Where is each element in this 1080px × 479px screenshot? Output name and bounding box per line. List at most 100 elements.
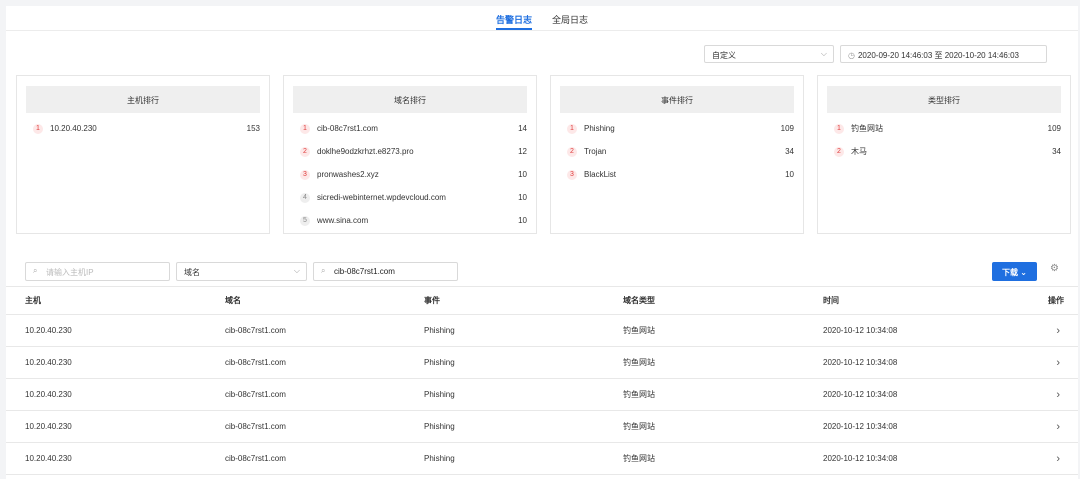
- rank-number: 2: [300, 146, 310, 157]
- rank-name: 钓鱼网站: [851, 124, 883, 133]
- table-row[interactable]: 10.20.40.230 cib-08c7rst1.com Phishing 钓…: [6, 443, 1078, 475]
- cell-host: 10.20.40.230: [25, 358, 72, 367]
- cell-domain-type: 钓鱼网站: [623, 358, 655, 367]
- chevron-right-icon[interactable]: ›: [1056, 357, 1064, 369]
- tab-global-log[interactable]: 全局日志: [552, 6, 588, 30]
- domain-search-input[interactable]: ⌕ cib-08c7rst1.com: [313, 262, 458, 281]
- card-host-ranking: 主机排行 1 10.20.40.230 153: [16, 75, 270, 234]
- card-domain-ranking: 域名排行 1 cib-08c7rst1.com 14 2 doklhe9odzk…: [283, 75, 537, 234]
- rank-name: cib-08c7rst1.com: [317, 124, 378, 133]
- tab-bar: 告警日志 全局日志: [6, 6, 1078, 30]
- search-icon: ⌕: [321, 266, 326, 275]
- rank-name: Phishing: [584, 124, 615, 133]
- rank-count: 12: [518, 147, 527, 156]
- card-title: 域名排行: [293, 86, 527, 113]
- rank-count: 14: [518, 124, 527, 133]
- rank-item: 1 10.20.40.230 153: [26, 117, 260, 140]
- rank-number: 1: [834, 123, 844, 134]
- rank-count: 10: [785, 170, 794, 179]
- rank-count: 10: [518, 193, 527, 202]
- rank-item: 1 Phishing 109: [560, 117, 794, 140]
- rank-list: 1 10.20.40.230 153: [26, 117, 260, 140]
- cell-event: Phishing: [424, 358, 455, 367]
- rank-item: 5 www.sina.com 10: [293, 209, 527, 232]
- cell-host: 10.20.40.230: [25, 390, 72, 399]
- date-range-value: 2020-09-20 14:46:03 至 2020-10-20 14:46:0…: [857, 51, 1019, 60]
- rank-list: 1 Phishing 109 2 Trojan 34 3 BlackList 1…: [560, 117, 794, 186]
- rank-number: 5: [300, 215, 310, 226]
- rank-item: 2 Trojan 34: [560, 140, 794, 163]
- chevron-right-icon[interactable]: ›: [1056, 325, 1064, 337]
- chevron-right-icon[interactable]: ›: [1056, 389, 1064, 401]
- cell-domain: cib-08c7rst1.com: [225, 390, 286, 399]
- cell-time: 2020-10-12 10:34:08: [823, 454, 898, 463]
- rank-number: 3: [567, 169, 577, 180]
- cell-host: 10.20.40.230: [25, 422, 72, 431]
- range-select[interactable]: 自定义 ⌵: [704, 45, 834, 63]
- rank-item: 1 cib-08c7rst1.com 14: [293, 117, 527, 140]
- chevron-down-icon: ⌄: [1020, 268, 1027, 277]
- cell-host: 10.20.40.230: [25, 326, 72, 335]
- rank-name: 10.20.40.230: [50, 124, 97, 133]
- field-select-value: 域名: [184, 268, 200, 277]
- table-row[interactable]: 10.20.40.230 cib-08c7rst1.com Phishing 钓…: [6, 315, 1078, 347]
- cell-domain-type: 钓鱼网站: [623, 454, 655, 463]
- rank-list: 1 cib-08c7rst1.com 14 2 doklhe9odzkrhzt.…: [293, 117, 527, 232]
- table-row[interactable]: 10.20.40.230 cib-08c7rst1.com Phishing 钓…: [6, 411, 1078, 443]
- rank-name: sicredi-webinternet.wpdevcloud.com: [317, 193, 446, 202]
- search-icon: ⌕: [33, 266, 38, 275]
- rank-number: 2: [834, 146, 844, 157]
- cell-time: 2020-10-12 10:34:08: [823, 358, 898, 367]
- header-domain: 域名: [225, 296, 241, 305]
- rank-number: 1: [300, 123, 310, 134]
- range-select-value: 自定义: [712, 51, 736, 60]
- chevron-right-icon[interactable]: ›: [1056, 421, 1064, 433]
- rank-number: 1: [567, 123, 577, 134]
- settings-icon[interactable]: ⚙: [1050, 263, 1059, 274]
- cell-domain-type: 钓鱼网站: [623, 422, 655, 431]
- chevron-right-icon[interactable]: ›: [1056, 453, 1064, 465]
- download-button[interactable]: 下载 ⌄: [992, 262, 1037, 281]
- download-label: 下载: [1002, 268, 1019, 277]
- cell-domain: cib-08c7rst1.com: [225, 422, 286, 431]
- rank-count: 34: [785, 147, 794, 156]
- rank-number: 4: [300, 192, 310, 203]
- rank-name: BlackList: [584, 170, 617, 179]
- cell-time: 2020-10-12 10:34:08: [823, 326, 898, 335]
- clock-icon: ◷: [848, 51, 855, 60]
- rank-number: 3: [300, 169, 310, 180]
- cell-time: 2020-10-12 10:34:08: [823, 390, 898, 399]
- table-row[interactable]: 10.20.40.230 cib-08c7rst1.com Phishing 钓…: [6, 347, 1078, 379]
- tab-alert-log[interactable]: 告警日志: [495, 6, 532, 30]
- rank-item: 1 钓鱼网站 109: [827, 117, 1061, 140]
- rank-name: 木马: [851, 147, 867, 156]
- domain-search-value: cib-08c7rst1.com: [334, 267, 395, 276]
- cell-host: 10.20.40.230: [25, 454, 72, 463]
- rank-item: 3 BlackList 10: [560, 163, 794, 186]
- cell-domain: cib-08c7rst1.com: [225, 454, 286, 463]
- card-title: 主机排行: [26, 86, 260, 113]
- cell-event: Phishing: [424, 454, 455, 463]
- rank-count: 109: [780, 124, 794, 133]
- date-range-picker[interactable]: ◷ 2020-09-20 14:46:03 至 2020-10-20 14:46:…: [840, 45, 1047, 63]
- card-type-ranking: 类型排行 1 钓鱼网站 109 2 木马 34: [817, 75, 1071, 234]
- rank-name: Trojan: [584, 147, 607, 156]
- header-domain-type: 域名类型: [623, 296, 655, 305]
- host-ip-input[interactable]: ⌕ 请输入主机IP: [25, 262, 170, 281]
- rank-item: 4 sicredi-webinternet.wpdevcloud.com 10: [293, 186, 527, 209]
- card-title: 事件排行: [560, 86, 794, 113]
- cell-event: Phishing: [424, 422, 455, 431]
- chevron-down-icon: ⌵: [293, 266, 300, 275]
- field-select[interactable]: 域名 ⌵: [176, 262, 307, 281]
- card-title: 类型排行: [827, 86, 1061, 113]
- host-ip-placeholder: 请输入主机IP: [46, 268, 94, 277]
- table-row[interactable]: 10.20.40.230 cib-08c7rst1.com Phishing 钓…: [6, 379, 1078, 411]
- cell-domain: cib-08c7rst1.com: [225, 358, 286, 367]
- header-host: 主机: [25, 296, 41, 305]
- rank-name: doklhe9odzkrhzt.e8273.pro: [317, 147, 414, 156]
- alert-table: 主机 域名 事件 域名类型 时间 操作 10.20.40.230 cib-08c…: [6, 286, 1078, 475]
- cell-domain: cib-08c7rst1.com: [225, 326, 286, 335]
- rank-name: pronwashes2.xyz: [317, 170, 379, 179]
- cell-domain-type: 钓鱼网站: [623, 390, 655, 399]
- rank-item: 2 doklhe9odzkrhzt.e8273.pro 12: [293, 140, 527, 163]
